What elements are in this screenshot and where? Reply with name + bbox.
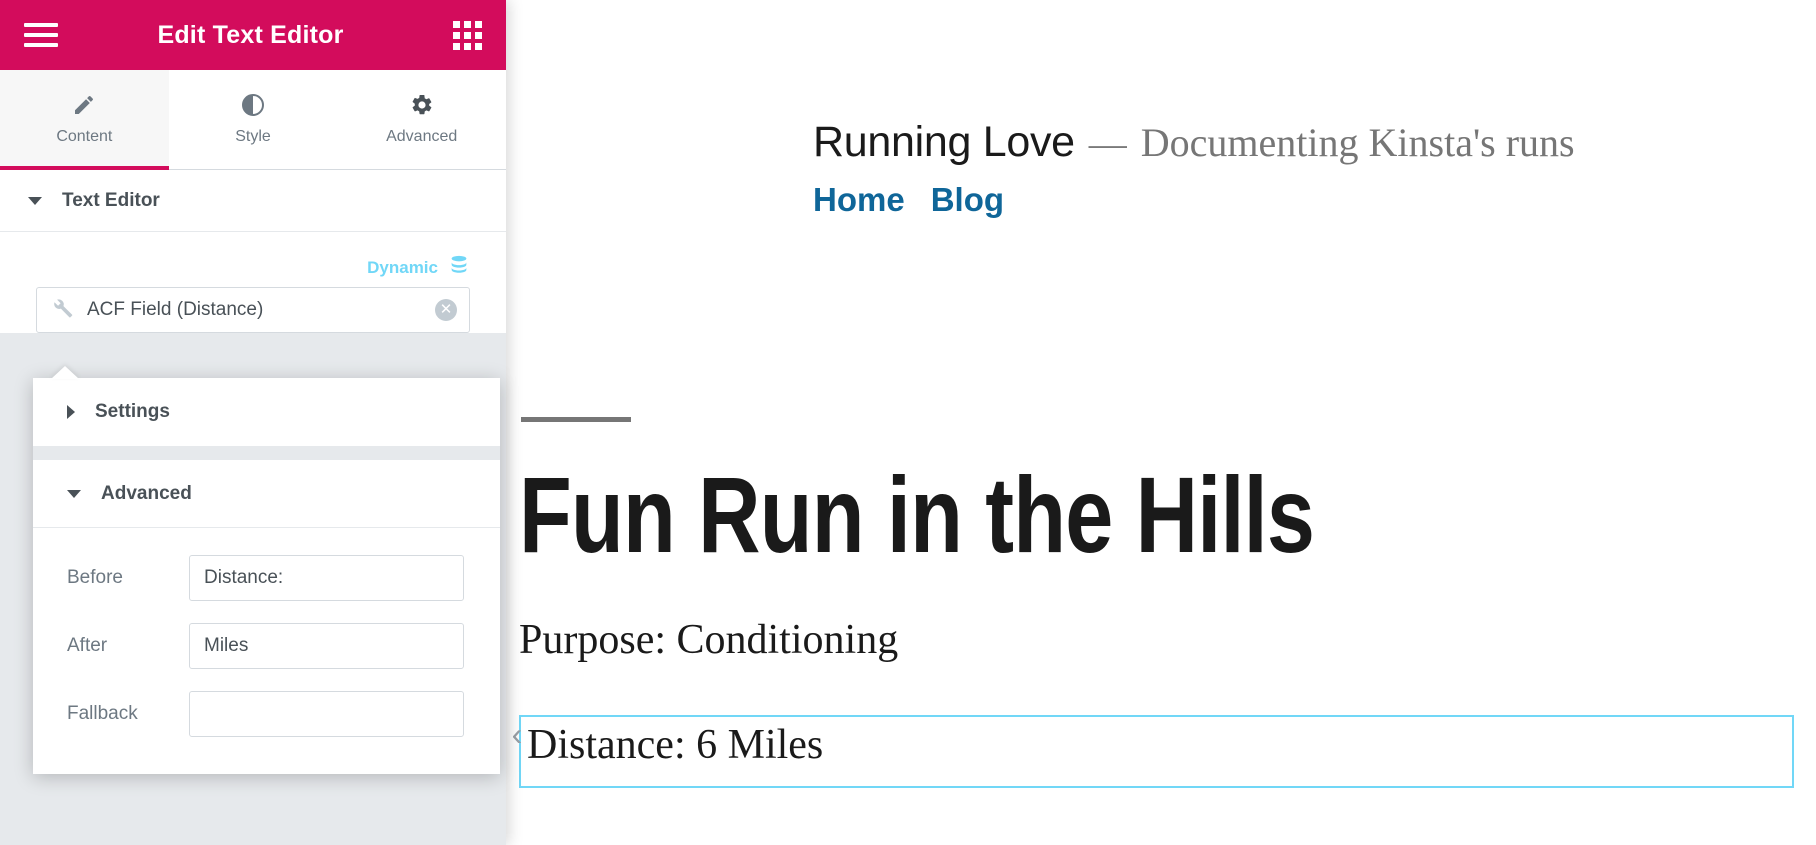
dynamic-label: Dynamic [367,257,438,277]
database-icon [448,254,470,281]
chevron-right-icon [67,405,75,419]
dynamic-tag-field-wrap: ACF Field (Distance) ✕ [0,287,506,333]
site-nav: Home Blog [813,181,1713,219]
popup-section-advanced[interactable]: Advanced [33,460,500,528]
field-row-before: Before [33,544,500,612]
fallback-input[interactable] [189,691,464,737]
field-label-before: Before [67,567,123,588]
tab-advanced-label: Advanced [386,128,458,145]
popup-advanced-title: Advanced [101,482,192,504]
contrast-icon [241,93,265,119]
chevron-down-icon [28,196,42,205]
selected-text-editor-widget[interactable]: Distance: 6 Miles [519,715,1794,788]
screen: Running Love — Documenting Kinsta's runs… [0,0,1816,845]
dynamic-tag-popup: Settings Advanced Before After Fallback [33,378,500,774]
tab-content-label: Content [56,128,113,145]
post-purpose-text[interactable]: Purpose: Conditioning [519,616,898,664]
section-title-text-editor: Text Editor [62,189,160,211]
panel-body: Text Editor Dynamic ACF Field (Distance)… [0,170,506,333]
site-header: Running Love — Documenting Kinsta's runs… [813,118,1713,219]
field-label-fallback: Fallback [67,703,138,724]
pencil-icon [72,93,96,119]
post-title-rule [521,417,631,422]
site-tagline: Documenting Kinsta's runs [1140,120,1575,165]
after-input[interactable] [189,623,464,669]
tab-content[interactable]: Content [0,70,169,170]
site-title-separator: — [1088,123,1127,165]
tab-style-label: Style [235,128,271,145]
tab-advanced[interactable]: Advanced [337,70,507,169]
post-title[interactable]: Fun Run in the Hills [519,459,1315,570]
dynamic-tag-value: ACF Field (Distance) [87,299,264,320]
elementor-panel: Edit Text Editor Content Style Advanced … [0,0,507,845]
popup-divider [33,446,500,460]
panel-header: Edit Text Editor [0,0,506,70]
chevron-left-icon[interactable]: ‹ [506,716,528,756]
panel-title: Edit Text Editor [157,20,344,49]
tab-style[interactable]: Style [168,70,338,169]
site-branding: Running Love — Documenting Kinsta's runs [813,118,1713,167]
before-input[interactable] [189,555,464,601]
section-header-text-editor[interactable]: Text Editor [0,170,506,232]
wrench-icon[interactable] [51,297,73,324]
field-row-after: After [33,612,500,680]
nav-link-home[interactable]: Home [813,181,905,219]
widget-distance-text: Distance: 6 Miles [527,722,824,768]
dynamic-tag-field[interactable]: ACF Field (Distance) ✕ [36,287,470,333]
panel-tabs: Content Style Advanced [0,70,507,170]
close-circle-icon[interactable]: ✕ [435,299,457,321]
popup-advanced-fields: Before After Fallback [33,528,500,774]
dynamic-toggle-row[interactable]: Dynamic [0,232,506,287]
popup-settings-title: Settings [95,401,170,422]
popup-section-settings[interactable]: Settings [33,378,500,446]
site-title[interactable]: Running Love [813,118,1075,167]
field-label-after: After [67,635,108,656]
nav-link-blog[interactable]: Blog [931,181,1004,219]
chevron-down-icon [67,489,81,498]
grid-icon[interactable] [453,20,482,50]
field-row-fallback: Fallback [33,680,500,748]
gear-icon [410,93,434,119]
